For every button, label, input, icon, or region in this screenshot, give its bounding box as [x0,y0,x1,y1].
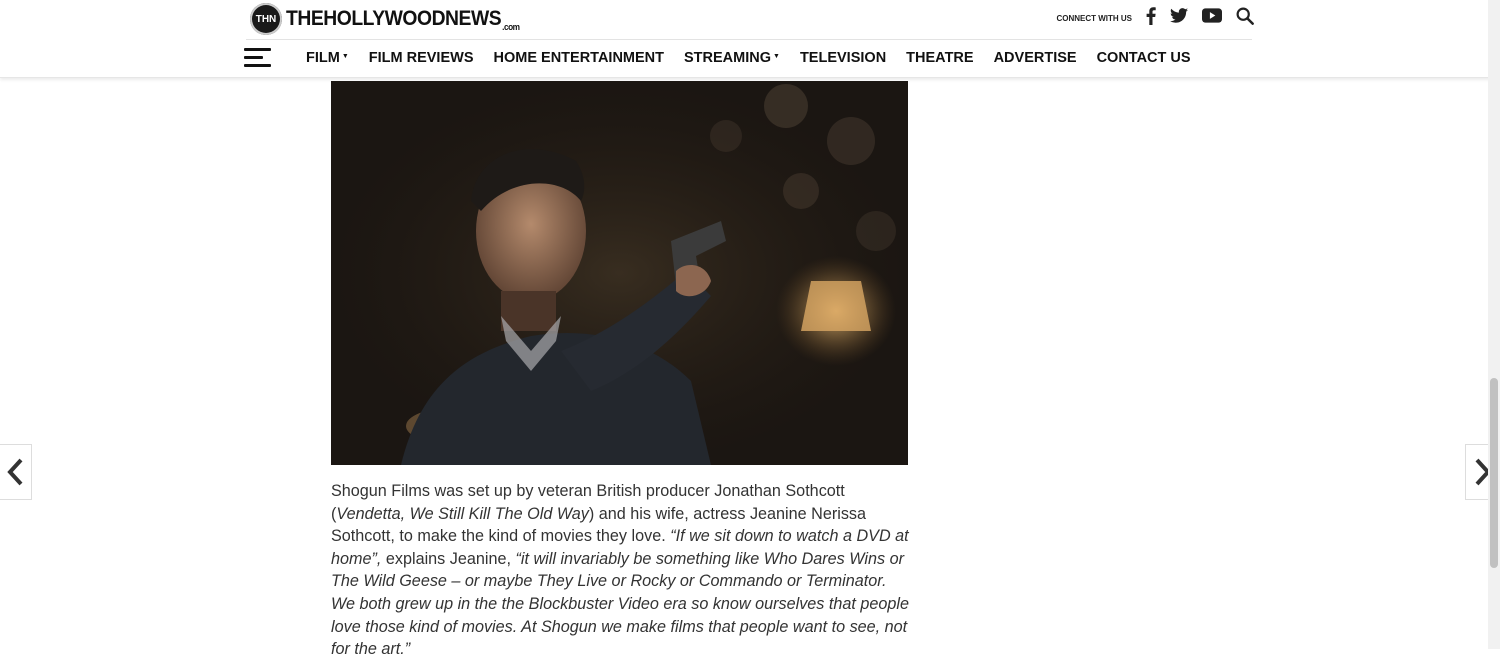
nav-item-home-entertainment[interactable]: HOME ENTERTAINMENT [494,50,665,66]
nav-item-contact-us[interactable]: CONTACT US [1097,50,1191,66]
nav-item-label: CONTACT US [1096,50,1191,66]
header-divider [246,39,1252,40]
nav-item-film-reviews[interactable]: FILM REVIEWS [369,50,474,66]
social-links [1146,6,1254,30]
page-scrollbar[interactable] [1488,0,1500,649]
main-nav: FILM ▼ FILM REVIEWS HOME ENTERTAINMENT ST… [244,44,1211,72]
logo-name: THEHOLLYWOODNEWS [286,7,502,30]
facebook-icon[interactable] [1146,6,1156,30]
article-paragraph: Shogun Films was set up by veteran Briti… [331,480,911,661]
article-hero-image [331,81,908,465]
social-bar: CONNECT WITH US [1056,6,1254,30]
nav-item-streaming[interactable]: STREAMING ▼ [684,50,780,66]
chevron-left-icon [7,458,23,486]
hero-illustration [331,81,908,465]
search-icon[interactable] [1236,7,1254,30]
article-text: explains Jeanine, [381,549,516,568]
menu-toggle-icon[interactable] [244,48,272,68]
previous-article-button[interactable] [0,444,32,500]
caret-down-icon: ▼ [773,52,780,60]
nav-item-label: FILM REVIEWS [368,50,474,66]
nav-item-television[interactable]: TELEVISION [800,50,886,66]
nav-item-film[interactable]: FILM ▼ [306,50,349,66]
nav-item-label: THEATRE [906,50,974,66]
nav-item-advertise[interactable]: ADVERTISE [994,50,1077,66]
logo-text: THEHOLLYWOODNEWS.com [286,7,520,32]
site-logo[interactable]: THN THEHOLLYWOODNEWS.com [250,2,540,36]
scrollbar-thumb[interactable] [1490,378,1498,568]
logo-mark: THN [250,3,282,35]
caret-down-icon: ▼ [341,52,349,60]
site-header: THN THEHOLLYWOODNEWS.com CONNECT WITH US [0,0,1500,78]
film-titles: Vendetta, We Still Kill The Old Way [336,504,589,523]
nav-item-theatre[interactable]: THEATRE [906,50,973,66]
twitter-icon[interactable] [1170,8,1188,28]
nav-item-label: TELEVISION [799,50,887,66]
nav-item-label: FILM [306,50,340,66]
article-body: Shogun Films was set up by veteran Briti… [331,480,911,661]
youtube-icon[interactable] [1202,8,1222,28]
nav-item-label: HOME ENTERTAINMENT [493,50,665,66]
connect-label: CONNECT WITH US [1056,13,1132,23]
nav-item-label: ADVERTISE [993,50,1077,66]
logo-tld: .com [502,22,520,32]
nav-item-label: STREAMING [684,50,772,66]
